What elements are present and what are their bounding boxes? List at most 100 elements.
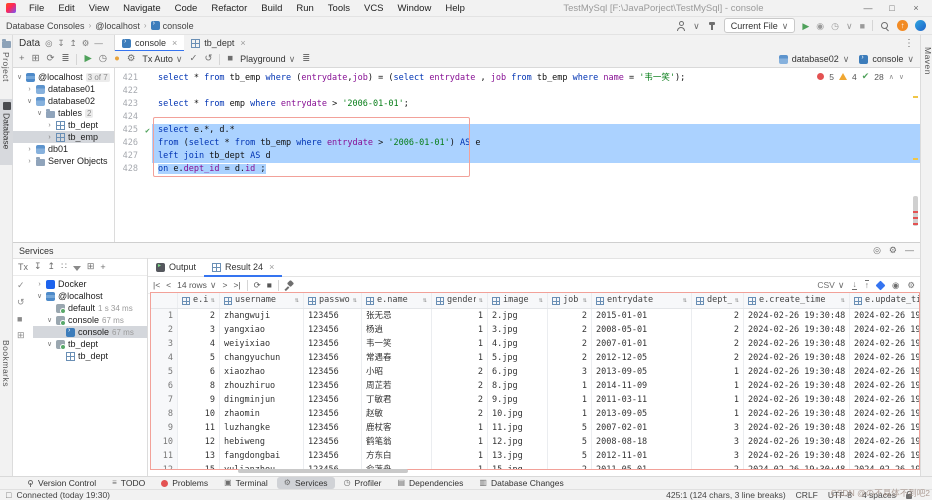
cell[interactable]: 12.jpg (488, 435, 548, 449)
first-page-icon[interactable]: |< (153, 280, 160, 290)
column-header-image[interactable]: image⇅ (488, 293, 548, 308)
cell[interactable]: 2 (692, 323, 744, 337)
tab-console[interactable]: console× (115, 35, 184, 51)
column-header-dept-id[interactable]: dept_id⇅ (692, 293, 744, 308)
kebab-menu-icon[interactable]: ⋮ (898, 35, 920, 51)
sort-icon[interactable]: ⇅ (683, 293, 687, 308)
menu-refactor[interactable]: Refactor (205, 2, 253, 15)
cell[interactable]: 2024-02-26 19:30:48 (744, 421, 850, 435)
cell[interactable]: 2 (692, 309, 744, 323)
column-header-username[interactable]: username⇅ (220, 293, 304, 308)
cell[interactable]: 123456 (304, 449, 362, 463)
project-folder-icon[interactable] (2, 41, 11, 48)
chevron-right-icon[interactable]: › (26, 146, 33, 153)
cell[interactable]: 1 (432, 337, 488, 351)
db-tree-item-tb-dept[interactable]: ›tb_dept (13, 119, 114, 131)
menu-view[interactable]: View (83, 2, 115, 15)
cell[interactable]: 123456 (304, 435, 362, 449)
add-datasource-button[interactable]: + (19, 53, 25, 65)
prev-problem-icon[interactable]: ∧ (889, 73, 894, 81)
services-tree-item-default[interactable]: default1 s 34 ms (33, 302, 147, 314)
cell[interactable]: 1 (548, 379, 592, 393)
menu-run[interactable]: Run (290, 2, 319, 15)
minimize-icon[interactable]: — (856, 1, 880, 16)
cell[interactable]: 2008-05-01 (592, 323, 692, 337)
tab-tb-dept[interactable]: tb_dept× (184, 35, 252, 51)
cell[interactable]: 2024-02-26 19:30:48 (744, 463, 850, 470)
execute-button[interactable]: ▶ (84, 53, 91, 65)
cell[interactable]: 123456 (304, 337, 362, 351)
settings-wrench-icon[interactable]: ⚙ (127, 53, 136, 65)
sort-icon[interactable]: ⇅ (539, 293, 543, 308)
cell[interactable]: 杨逍 (362, 323, 432, 337)
cell[interactable]: 1 (548, 407, 592, 421)
expand-all-icon[interactable]: ↧ (34, 261, 42, 272)
collapse-all-icon[interactable]: ↥ (48, 261, 56, 272)
cell[interactable]: dingminjun (220, 393, 304, 407)
cell[interactable]: 1 (692, 379, 744, 393)
cell[interactable]: 2024-02-26 19:30:48 (850, 365, 920, 379)
cell[interactable]: 123456 (304, 309, 362, 323)
cell[interactable]: 3 (178, 323, 220, 337)
cell[interactable]: 2007-02-01 (592, 421, 692, 435)
tool-tab-version-control[interactable]: Version Control (20, 477, 103, 489)
cell[interactable]: 2013-09-05 (592, 407, 692, 421)
cell[interactable]: 1 (432, 309, 488, 323)
code-line[interactable]: select * from emp where entrydate > '200… (152, 98, 920, 111)
tx-mode-select[interactable]: Tx Auto ∨ (142, 54, 182, 64)
profile-button[interactable]: ◷ (831, 21, 839, 31)
services-tree-item-console[interactable]: ∨console67 ms (33, 314, 147, 326)
close-icon[interactable]: × (240, 38, 245, 48)
cell[interactable]: 1 (692, 365, 744, 379)
cell[interactable]: 13 (178, 449, 220, 463)
cell[interactable]: 8 (178, 379, 220, 393)
cell[interactable]: 2024-02-26 19:30:48 (850, 435, 920, 449)
cell[interactable]: 5 (548, 449, 592, 463)
sql-editor[interactable]: 421422423424425✔426427428 select * from … (115, 68, 920, 242)
page-size-select[interactable]: 14 rows ∨ (177, 280, 216, 290)
schema-select[interactable]: database02 ∨ (779, 54, 850, 64)
sort-icon[interactable]: ⇅ (479, 293, 483, 308)
cell[interactable]: 2024-02-26 19:30:48 (744, 351, 850, 365)
services-tree-item-tb-dept[interactable]: ∨tb_dept (33, 338, 147, 350)
breadcrumb-item--localhost[interactable]: @localhost (95, 21, 140, 31)
cell[interactable]: 15.jpg (488, 463, 548, 470)
next-problem-icon[interactable]: ∨ (899, 73, 904, 81)
db-tree-item-tables[interactable]: ∨tables2 (13, 107, 114, 119)
next-page-icon[interactable]: > (223, 280, 228, 290)
breadcrumb-item-database-consoles[interactable]: Database Consoles (6, 21, 85, 31)
cell[interactable]: 2 (548, 351, 592, 365)
cell[interactable]: 15 (178, 463, 220, 470)
cell[interactable]: 2011-05-01 (592, 463, 692, 470)
cell[interactable]: 2 (432, 379, 488, 393)
cell[interactable]: 2024-02-26 19:30:48 (850, 337, 920, 351)
tool-tab-todo[interactable]: ≡TODO (105, 477, 152, 489)
cell[interactable]: 张无忌 (362, 309, 432, 323)
cell[interactable]: 2024-02-26 19:30:48 (850, 421, 920, 435)
refresh-icon[interactable]: ⟳ (47, 53, 55, 65)
tool-tab-services[interactable]: ⚙Services (277, 477, 335, 489)
cell[interactable]: 鹿杖客 (362, 421, 432, 435)
maven-stripe-label[interactable]: Maven (923, 47, 932, 75)
cell[interactable]: 1 (432, 435, 488, 449)
cell[interactable]: 2 (178, 309, 220, 323)
cell[interactable]: 2 (548, 323, 592, 337)
cell[interactable]: 2008-08-18 (592, 435, 692, 449)
editor-scrollbar[interactable] (913, 68, 918, 242)
cell[interactable]: 11.jpg (488, 421, 548, 435)
menu-build[interactable]: Build (255, 2, 288, 15)
column-header-e-name[interactable]: e.name⇅ (362, 293, 432, 308)
sort-icon[interactable]: ⇅ (423, 293, 427, 308)
code-line[interactable]: select * from tb_emp where (entrydate,jo… (152, 72, 920, 85)
cell[interactable]: 2 (548, 309, 592, 323)
cell[interactable]: 2024-02-26 19:30:48 (744, 365, 850, 379)
tool-tab-problems[interactable]: Problems (154, 477, 215, 489)
chevron-down-icon[interactable]: ∨ (16, 73, 23, 81)
cell[interactable]: 2024-02-26 19:30:48 (850, 379, 920, 393)
cell[interactable]: 8.jpg (488, 379, 548, 393)
cell[interactable]: 2 (692, 463, 744, 470)
cell[interactable]: 2024-02-26 19:30:48 (850, 393, 920, 407)
menu-help[interactable]: Help (439, 2, 471, 15)
cell[interactable]: 11 (178, 421, 220, 435)
cell[interactable]: 2 (548, 337, 592, 351)
